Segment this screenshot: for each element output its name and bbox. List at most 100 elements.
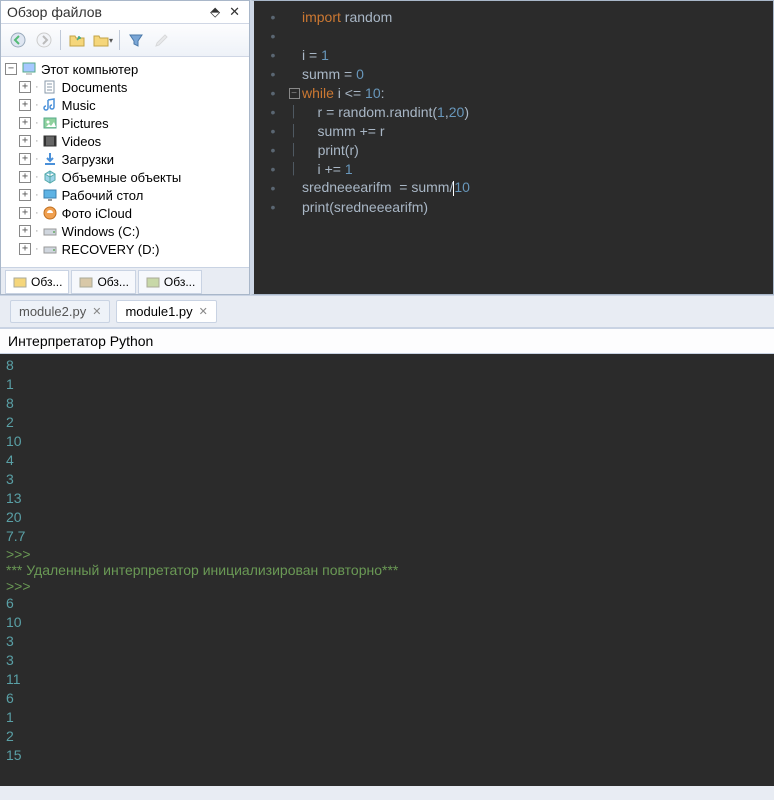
folder-open-button[interactable]	[65, 28, 89, 52]
expand-icon[interactable]: +	[19, 153, 31, 165]
expand-icon[interactable]: +	[19, 225, 31, 237]
console-line: 10	[6, 613, 768, 632]
console-line: 3	[6, 651, 768, 670]
code-line[interactable]: •import random	[260, 7, 773, 26]
tree-item[interactable]: +·Загрузки	[1, 150, 249, 168]
tree-item[interactable]: +·Windows (C:)	[1, 222, 249, 240]
tree-item-label: Объемные объекты	[62, 170, 182, 185]
expand-icon[interactable]: +	[19, 117, 31, 129]
editor-tab-label: module2.py	[19, 304, 86, 319]
code-line[interactable]: •│ summ += r	[260, 121, 773, 140]
expand-icon[interactable]: +	[19, 81, 31, 93]
file-tree[interactable]: − Этот компьютер +·Documents+·Music+·Pic…	[1, 57, 249, 267]
tree-item-label: Фото iCloud	[62, 206, 132, 221]
expand-icon[interactable]: +	[19, 135, 31, 147]
console-line: 3	[6, 632, 768, 651]
code-line[interactable]: •	[260, 26, 773, 45]
pic-icon	[42, 115, 58, 131]
tree-root[interactable]: − Этот компьютер	[1, 60, 249, 78]
panel-tab[interactable]: Обз...	[5, 270, 69, 294]
code-line[interactable]: •summ = 0	[260, 64, 773, 83]
tree-item-label: Windows (C:)	[62, 224, 140, 239]
console-line: 6	[6, 594, 768, 613]
console-line: 8	[6, 394, 768, 413]
console-line: 2	[6, 413, 768, 432]
console-line: >>>	[6, 546, 768, 562]
console-line: 20	[6, 508, 768, 527]
expand-icon[interactable]: +	[19, 99, 31, 111]
console-line: 13	[6, 489, 768, 508]
tree-item-label: Pictures	[62, 116, 109, 131]
panel-tab[interactable]: Обз...	[138, 270, 202, 294]
close-tab-icon[interactable]: ✕	[199, 305, 208, 318]
code-editor[interactable]: •import random••i = 1•summ = 0•−while i …	[250, 0, 774, 295]
folder-dropdown-button[interactable]: ▾	[91, 28, 115, 52]
computer-icon	[21, 61, 37, 77]
tree-item-label: Videos	[62, 134, 102, 149]
tree-item[interactable]: +·RECOVERY (D:)	[1, 240, 249, 258]
tree-root-label: Этот компьютер	[41, 62, 138, 77]
tree-item[interactable]: + · Объемные объекты	[1, 168, 249, 186]
expand-icon[interactable]: +	[19, 207, 31, 219]
tree-item[interactable]: +·Pictures	[1, 114, 249, 132]
tab-icon	[78, 274, 94, 290]
close-tab-icon[interactable]: ✕	[92, 305, 101, 318]
expand-icon[interactable]: +	[19, 243, 31, 255]
code-line[interactable]: •│ i += 1	[260, 159, 773, 178]
expand-icon[interactable]: +	[19, 171, 31, 183]
code-line[interactable]: •−while i <= 10:	[260, 83, 773, 102]
tree-connector: ·	[35, 81, 39, 93]
console-line: 11	[6, 670, 768, 689]
tree-item-label: Music	[62, 98, 96, 113]
tree-item[interactable]: + · Music	[1, 96, 249, 114]
tree-connector: ·	[35, 99, 39, 111]
console-line: 15	[6, 746, 768, 765]
pin-icon[interactable]: ⬘	[207, 4, 223, 20]
back-button[interactable]	[6, 28, 30, 52]
close-icon[interactable]: ✕	[226, 4, 243, 20]
tree-item-label: Documents	[62, 80, 128, 95]
code-line[interactable]: •│ r = random.randint(1,20)	[260, 102, 773, 121]
console-line: 3	[6, 470, 768, 489]
console-line: 4	[6, 451, 768, 470]
tree-connector: ·	[35, 171, 39, 183]
drive-icon	[42, 241, 58, 257]
tree-connector: ·	[35, 243, 39, 255]
console-line: 1	[6, 375, 768, 394]
expand-icon[interactable]: +	[19, 189, 31, 201]
console-line: >>>	[6, 578, 768, 594]
console-line: 7.7	[6, 527, 768, 546]
tree-connector: ·	[35, 207, 39, 219]
tree-connector: ·	[35, 135, 39, 147]
drive-icon	[42, 223, 58, 239]
file-browser-panel: Обзор файлов ⬘ ✕ ▾	[0, 0, 250, 295]
interpreter-console[interactable]: 8182104313207.7>>>*** Удаленный интерпре…	[0, 354, 774, 786]
console-line: 1	[6, 708, 768, 727]
tree-connector: ·	[35, 189, 39, 201]
tree-item-label: Загрузки	[62, 152, 114, 167]
panel-tabs: Обз... Обз... Обз...	[1, 267, 249, 294]
tree-item[interactable]: + · Фото iCloud	[1, 204, 249, 222]
download-icon	[42, 151, 58, 167]
tree-item-label: Рабочий стол	[62, 188, 144, 203]
tree-item[interactable]: + · Documents	[1, 78, 249, 96]
tab-icon	[145, 274, 161, 290]
collapse-icon[interactable]: −	[5, 63, 17, 75]
video-icon	[42, 133, 58, 149]
code-line[interactable]: •print(sredneeearifm)	[260, 197, 773, 216]
editor-tab[interactable]: module1.py✕	[116, 300, 216, 323]
filter-button[interactable]	[124, 28, 148, 52]
code-line[interactable]: •sredneeearifm = summ/10	[260, 178, 773, 197]
forward-button[interactable]	[32, 28, 56, 52]
tab-icon	[12, 274, 28, 290]
tree-item[interactable]: + · Рабочий стол	[1, 186, 249, 204]
panel-tab[interactable]: Обз...	[71, 270, 135, 294]
tree-item[interactable]: + · Videos	[1, 132, 249, 150]
photo-icon	[42, 205, 58, 221]
edit-button[interactable]	[150, 28, 174, 52]
editor-tab[interactable]: module2.py ✕	[10, 300, 110, 323]
code-line[interactable]: •│ print(r)	[260, 140, 773, 159]
fold-icon[interactable]: −	[289, 88, 300, 99]
code-line[interactable]: •i = 1	[260, 45, 773, 64]
panel-tab-label: Обз...	[97, 275, 128, 289]
